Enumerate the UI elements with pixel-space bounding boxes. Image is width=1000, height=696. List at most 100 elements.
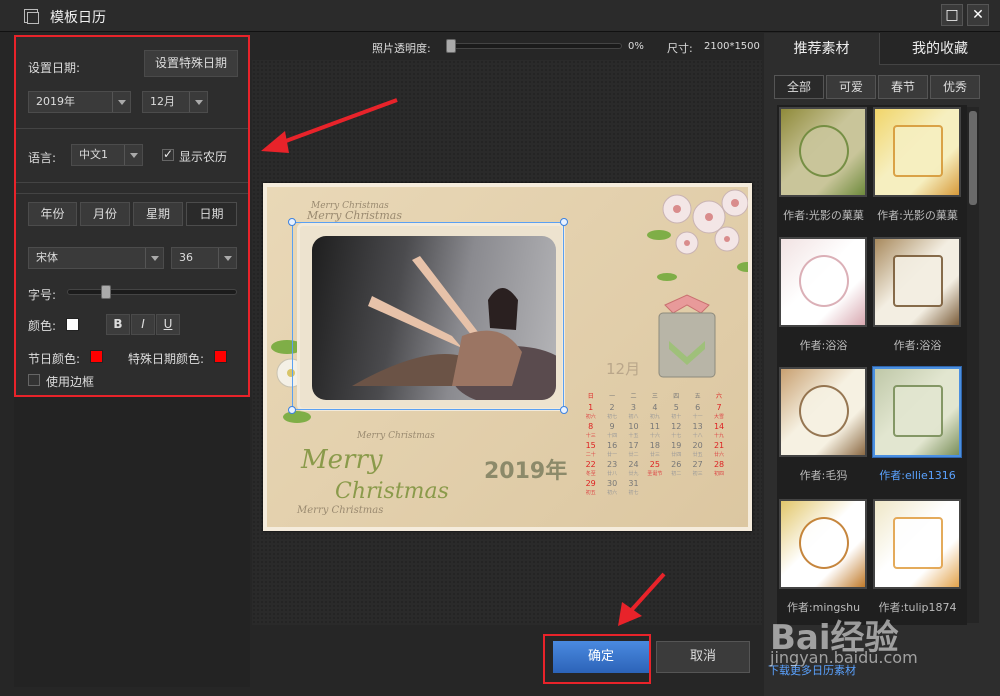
window-title: 模板日历 xyxy=(50,10,106,26)
opacity-slider-thumb[interactable] xyxy=(446,39,456,53)
underline-button[interactable]: U xyxy=(156,314,180,335)
lunar-day: 初九 xyxy=(649,414,660,420)
calendar-lunar-row: 初五 初六 初七 xyxy=(580,490,730,498)
tab-favorites[interactable]: 我的收藏 xyxy=(879,33,1000,65)
chevron-down-icon xyxy=(112,92,130,112)
calendar-day: 30 xyxy=(606,479,618,488)
lunar-day: 初十 xyxy=(671,414,682,420)
maximize-button[interactable]: □ xyxy=(941,4,963,26)
tab-weekday[interactable]: 星期 xyxy=(133,202,183,226)
thumbnail-frame-shape xyxy=(893,517,943,569)
annotation-arrow xyxy=(261,98,398,153)
material-author: 作者:光影の菓菓 xyxy=(783,209,864,222)
calendar-day: 27 xyxy=(692,460,703,469)
calendar-day: 10 xyxy=(628,422,639,431)
material-thumbnail[interactable] xyxy=(779,499,867,589)
lunar-day: 十八 xyxy=(692,433,703,439)
italic-button[interactable]: I xyxy=(131,314,155,335)
tab-year[interactable]: 年份 xyxy=(28,202,77,226)
thumbnail-frame-shape xyxy=(799,125,849,177)
material-thumbnail[interactable] xyxy=(779,237,867,327)
material-thumbnail[interactable] xyxy=(873,237,961,327)
category-excellent[interactable]: 优秀 xyxy=(930,75,980,99)
bold-button[interactable]: B xyxy=(106,314,130,335)
divider xyxy=(16,193,248,194)
resize-handle[interactable] xyxy=(560,406,568,414)
lunar-day: 廿一 xyxy=(607,452,618,458)
material-thumbnail[interactable] xyxy=(873,499,961,589)
lunar-day: 初六 xyxy=(607,490,618,496)
calendar-day: 12 xyxy=(671,422,682,431)
size-slider-thumb[interactable] xyxy=(101,285,111,299)
material-thumbnail[interactable] xyxy=(873,107,961,197)
calendar-lunar-row: 冬至 廿八 廿九 圣诞节 初二 初三 初四 xyxy=(580,471,730,479)
lunar-day: 大雪 xyxy=(714,414,725,420)
calendar-day: 31 xyxy=(628,479,639,488)
lunar-checkbox[interactable] xyxy=(162,147,174,161)
decor-text: Merry Christmas xyxy=(307,209,402,222)
settings-panel-empty xyxy=(14,397,250,687)
decor-text: Merry Christmas xyxy=(297,505,384,516)
weekday-label: 日 xyxy=(587,393,594,400)
special-color-swatch[interactable] xyxy=(214,350,227,363)
calendar-day xyxy=(666,479,687,490)
lunar-day xyxy=(708,490,729,498)
calendar-day: 11 xyxy=(649,422,660,431)
material-scrollbar[interactable] xyxy=(967,107,979,623)
resize-handle[interactable] xyxy=(288,218,296,226)
year-select[interactable]: 2019年 xyxy=(28,91,131,113)
calendar-day: 15 xyxy=(585,441,596,450)
lunar-day: 初三 xyxy=(692,471,703,477)
lunar-day: 廿二 xyxy=(628,452,639,458)
material-author: 作者:光影の菓菓 xyxy=(877,209,958,222)
cancel-button[interactable]: 取消 xyxy=(656,641,750,673)
month-select[interactable]: 12月 xyxy=(142,91,208,113)
calendar-day: 2 xyxy=(609,403,615,412)
ribbon-tag-decoration xyxy=(658,294,716,378)
size-label: 字号: xyxy=(28,288,57,302)
calendar-day: 16 xyxy=(606,441,618,450)
size-select[interactable]: 36 xyxy=(171,247,237,269)
size-slider-track[interactable] xyxy=(67,289,237,295)
special-color-label: 特殊日期颜色: xyxy=(128,352,205,366)
weekday-label: 五 xyxy=(694,393,701,400)
annotation-arrow xyxy=(618,572,666,626)
material-thumbnail[interactable] xyxy=(873,367,961,457)
material-thumbnail[interactable] xyxy=(779,107,867,197)
thumbnail-frame-shape xyxy=(893,125,943,177)
calendar-day: 23 xyxy=(606,460,618,469)
lunar-day: 廿八 xyxy=(607,471,618,477)
opacity-slider-track[interactable] xyxy=(446,43,622,49)
category-cute[interactable]: 可爱 xyxy=(826,75,876,99)
calendar-day: 24 xyxy=(628,460,639,469)
special-date-button[interactable]: 设置特殊日期 xyxy=(144,50,238,77)
holiday-color-label: 节日颜色: xyxy=(28,352,81,366)
material-thumbnail[interactable] xyxy=(779,367,867,457)
calendar-year: 2019年 xyxy=(484,459,568,484)
chevron-down-icon xyxy=(218,248,236,268)
language-select[interactable]: 中文1 xyxy=(71,144,143,166)
text-color-swatch[interactable] xyxy=(66,318,79,331)
tab-recommended[interactable]: 推荐素材 xyxy=(764,33,879,65)
holiday-color-swatch[interactable] xyxy=(90,350,103,363)
calendar-day: 13 xyxy=(692,422,703,431)
font-select[interactable]: 宋体 xyxy=(28,247,164,269)
border-checkbox[interactable] xyxy=(28,374,40,386)
calendar-day xyxy=(708,479,729,490)
lunar-label: 显示农历 xyxy=(179,150,228,164)
category-all[interactable]: 全部 xyxy=(774,75,824,99)
calendar-week-row: 15 16 17 18 19 20 21 xyxy=(580,441,730,452)
tab-date[interactable]: 日期 xyxy=(186,202,237,226)
tab-month[interactable]: 月份 xyxy=(80,202,130,226)
calendar-day: 20 xyxy=(692,441,703,450)
category-spring-festival[interactable]: 春节 xyxy=(878,75,928,99)
close-button[interactable]: ✕ xyxy=(967,4,989,26)
resize-handle[interactable] xyxy=(288,406,296,414)
lunar-day: 初八 xyxy=(628,414,639,420)
lunar-day: 十一 xyxy=(692,414,703,420)
resize-handle[interactable] xyxy=(560,218,568,226)
language-value: 中文1 xyxy=(79,148,108,161)
photo-selection-frame[interactable] xyxy=(292,222,564,410)
scrollbar-thumb[interactable] xyxy=(969,111,977,205)
weekday-label: 六 xyxy=(716,393,723,400)
